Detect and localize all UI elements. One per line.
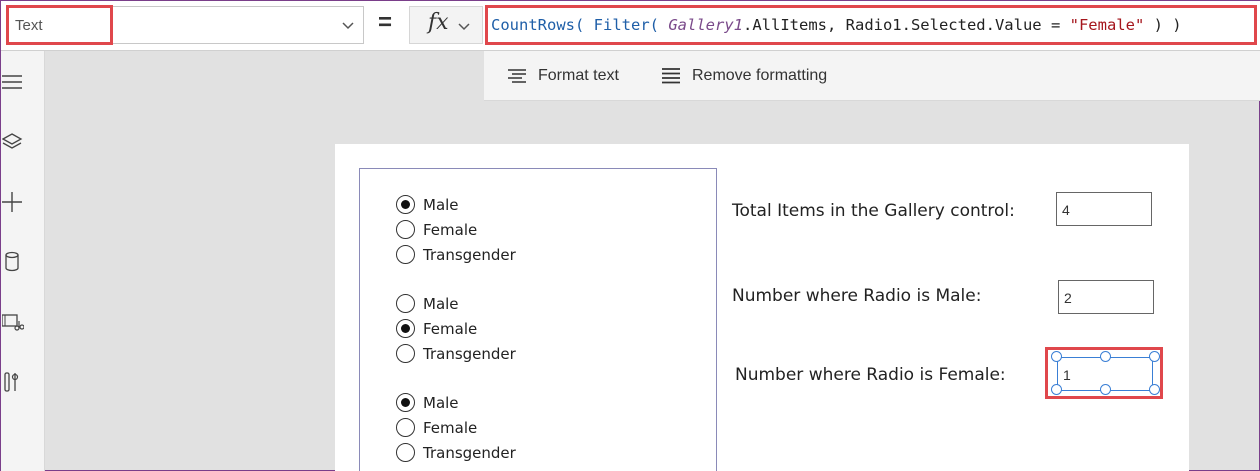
format-text-icon bbox=[508, 69, 526, 83]
resize-handle[interactable] bbox=[1051, 384, 1062, 395]
radio-group[interactable]: Male Female Transgender bbox=[396, 291, 516, 366]
hamburger-menu-icon[interactable] bbox=[2, 71, 24, 93]
radio-option-female[interactable]: Female bbox=[396, 415, 516, 440]
left-rail bbox=[1, 51, 45, 471]
layers-icon[interactable] bbox=[2, 131, 24, 153]
radio-option-transgender[interactable]: Transgender bbox=[396, 341, 516, 366]
resize-handle[interactable] bbox=[1149, 384, 1160, 395]
media-icon[interactable] bbox=[2, 311, 24, 333]
radio-option-transgender[interactable]: Transgender bbox=[396, 242, 516, 267]
radio-option-male[interactable]: Male bbox=[396, 291, 516, 316]
format-text-button[interactable]: Format text bbox=[506, 51, 619, 101]
radio-option-male[interactable]: Male bbox=[396, 192, 516, 217]
gallery-control[interactable]: Male Female Transgender Male Female Tran… bbox=[359, 168, 717, 471]
remove-formatting-button[interactable]: Remove formatting bbox=[660, 51, 827, 101]
radio-option-female[interactable]: Female bbox=[396, 316, 516, 341]
formula-condition: .AllItems, Radio1.Selected.Value = bbox=[743, 16, 1070, 34]
radio-option-transgender[interactable]: Transgender bbox=[396, 440, 516, 465]
total-items-output[interactable]: 4 bbox=[1056, 192, 1152, 226]
chevron-down-icon bbox=[342, 22, 354, 30]
radio-unselected-icon bbox=[396, 220, 415, 239]
radio-unselected-icon bbox=[396, 443, 415, 462]
radio-selected-icon bbox=[396, 195, 415, 214]
female-count-label: Number where Radio is Female: bbox=[735, 365, 1006, 385]
equals-sign: = bbox=[378, 9, 393, 36]
radio-option-male[interactable]: Male bbox=[396, 390, 516, 415]
formula-bar: Text = fx CountRows( Filter( Gallery1.Al… bbox=[1, 1, 1260, 51]
formula-gallery-ref: Gallery1 bbox=[668, 16, 743, 34]
formula-filter: Filter( bbox=[593, 16, 659, 34]
app-screen: Male Female Transgender Male Female Tran… bbox=[335, 144, 1189, 471]
radio-unselected-icon bbox=[396, 344, 415, 363]
radio-unselected-icon bbox=[396, 294, 415, 313]
resize-handle[interactable] bbox=[1051, 351, 1062, 362]
format-text-label: Format text bbox=[538, 67, 619, 84]
radio-group[interactable]: Male Female Transgender bbox=[396, 192, 516, 267]
radio-selected-icon bbox=[396, 319, 415, 338]
remove-formatting-label: Remove formatting bbox=[692, 67, 828, 84]
database-icon[interactable] bbox=[2, 251, 24, 273]
radio-group[interactable]: Male Female Transgender bbox=[396, 390, 516, 465]
fx-icon: fx bbox=[428, 10, 449, 35]
chevron-down-icon bbox=[458, 23, 470, 31]
tools-icon[interactable] bbox=[2, 371, 24, 393]
radio-unselected-icon bbox=[396, 245, 415, 264]
formula-close: ) ) bbox=[1144, 16, 1182, 34]
resize-handle[interactable] bbox=[1100, 384, 1111, 395]
formula-input[interactable]: CountRows( Filter( Gallery1.AllItems, Ra… bbox=[485, 5, 1257, 45]
fx-button[interactable]: fx bbox=[409, 6, 483, 44]
resize-handle[interactable] bbox=[1149, 351, 1160, 362]
male-count-output[interactable]: 2 bbox=[1058, 280, 1154, 314]
radio-option-female[interactable]: Female bbox=[396, 217, 516, 242]
radio-unselected-icon bbox=[396, 418, 415, 437]
remove-formatting-icon bbox=[662, 68, 680, 84]
radio-selected-icon bbox=[396, 393, 415, 412]
formula-string: "Female" bbox=[1069, 16, 1145, 34]
formula-space bbox=[659, 16, 668, 34]
male-count-label: Number where Radio is Male: bbox=[732, 286, 982, 306]
format-toolbar: Format text Remove formatting bbox=[484, 51, 1260, 101]
property-highlight bbox=[6, 5, 113, 45]
formula-space bbox=[584, 16, 593, 34]
plus-icon[interactable] bbox=[2, 191, 24, 213]
formula-countrows: CountRows( bbox=[491, 16, 585, 34]
total-items-label: Total Items in the Gallery control: bbox=[732, 201, 1015, 221]
resize-handle[interactable] bbox=[1100, 351, 1111, 362]
